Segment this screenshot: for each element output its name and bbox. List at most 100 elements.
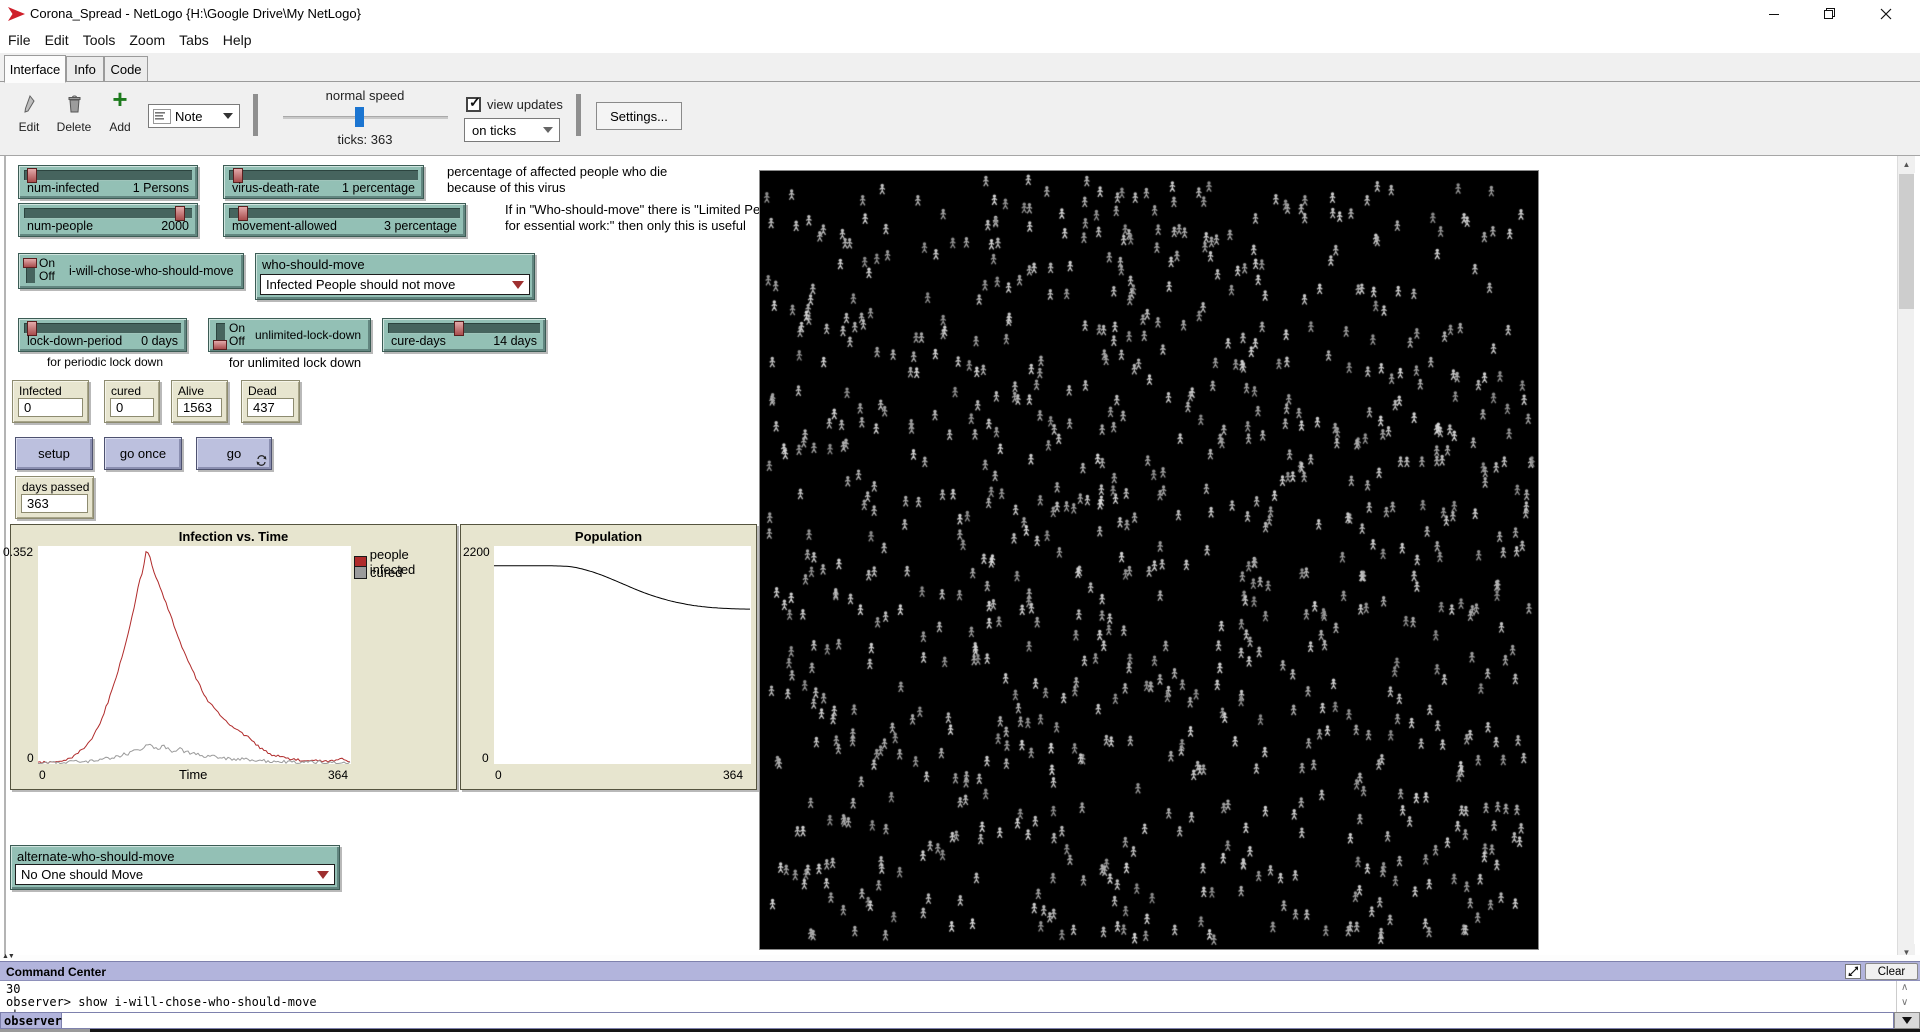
slider-movement-allowed[interactable]: movement-allowed 3 percentage bbox=[223, 203, 466, 237]
chevron-down-icon bbox=[1902, 1017, 1912, 1024]
world-view-canvas bbox=[760, 171, 1538, 949]
x-axis-title: Time bbox=[179, 767, 207, 782]
slider-track bbox=[24, 208, 192, 219]
scroll-up-button[interactable]: ▲ bbox=[1898, 156, 1915, 173]
caption-periodic-lockdown: for periodic lock down bbox=[30, 355, 180, 369]
chevron-down-icon bbox=[223, 113, 233, 119]
monitor-label: Dead bbox=[248, 384, 277, 398]
pencil-icon bbox=[22, 94, 36, 114]
check-icon: ✓ bbox=[469, 94, 481, 111]
y-max-label: 0.352 bbox=[3, 545, 33, 559]
legend-cured: cured bbox=[354, 565, 403, 580]
chooser-label: alternate-who-should-move bbox=[17, 849, 175, 864]
switch-handle[interactable] bbox=[23, 258, 37, 268]
switch-i-will-chose-who-should-move[interactable]: On Off i-will-chose-who-should-move bbox=[18, 253, 244, 289]
toolbar-separator bbox=[253, 94, 258, 136]
speed-slider-track[interactable] bbox=[283, 116, 448, 119]
chooser-select[interactable]: Infected People should not move bbox=[260, 274, 530, 295]
plot-title: Population bbox=[461, 529, 756, 544]
monitor-label: Infected bbox=[19, 384, 62, 398]
minimize-icon bbox=[1768, 8, 1780, 20]
menu-tabs[interactable]: Tabs bbox=[179, 29, 217, 51]
slider-num-infected[interactable]: num-infected 1 Persons bbox=[18, 165, 198, 199]
tab-interface[interactable]: Interface bbox=[4, 55, 66, 83]
menu-tools[interactable]: Tools bbox=[83, 29, 124, 51]
slider-track bbox=[388, 323, 540, 334]
toolbar-separator bbox=[576, 94, 581, 136]
scroll-up-icon[interactable]: ∧ bbox=[1901, 982, 1908, 993]
view-updates-checkbox[interactable]: ✓ bbox=[466, 97, 481, 112]
monitor-infected: Infected 0 bbox=[12, 380, 89, 423]
tab-strip: Interface Info Code bbox=[0, 53, 1920, 82]
slider-value: 1 Persons bbox=[133, 181, 189, 195]
settings-button[interactable]: Settings... bbox=[596, 102, 682, 130]
history-dropdown-button[interactable] bbox=[1894, 1012, 1920, 1029]
slider-lock-down-period[interactable]: lock-down-period 0 days bbox=[18, 318, 187, 352]
close-button[interactable] bbox=[1863, 0, 1909, 27]
delete-widget-button[interactable]: Delete bbox=[52, 92, 96, 136]
tab-code[interactable]: Code bbox=[104, 56, 148, 82]
caption-unlimited-lockdown: for unlimited lock down bbox=[215, 355, 375, 370]
switch-off-label: Off bbox=[229, 334, 245, 348]
add-label: Add bbox=[102, 120, 138, 134]
command-output[interactable]: 30 observer> show i-will-chose-who-shoul… bbox=[0, 981, 1896, 1012]
slider-value: 2000 bbox=[161, 219, 189, 233]
netlogo-window: Corona_Spread - NetLogo {H:\Google Drive… bbox=[0, 0, 1920, 1032]
chooser-label: who-should-move bbox=[262, 257, 365, 272]
update-mode-dropdown[interactable]: on ticks bbox=[464, 118, 560, 142]
scroll-down-icon[interactable]: ∨ bbox=[1901, 997, 1908, 1008]
go-button[interactable]: go bbox=[196, 437, 272, 470]
command-input[interactable] bbox=[62, 1012, 1894, 1029]
menu-file[interactable]: File bbox=[8, 29, 39, 51]
minimize-button[interactable] bbox=[1751, 0, 1797, 27]
switch-on-label: On bbox=[39, 256, 55, 270]
setup-button[interactable]: setup bbox=[15, 437, 93, 470]
chooser-select[interactable]: No One should Move bbox=[15, 864, 335, 885]
slider-label: movement-allowed bbox=[232, 219, 337, 233]
monitor-value: 437 bbox=[247, 398, 294, 417]
clear-button[interactable]: Clear bbox=[1865, 963, 1918, 980]
edit-widget-button[interactable]: Edit bbox=[10, 92, 48, 136]
tab-info[interactable]: Info bbox=[66, 56, 104, 82]
go-once-button[interactable]: go once bbox=[104, 437, 182, 470]
slider-num-people[interactable]: num-people 2000 bbox=[18, 203, 198, 237]
monitor-value: 0 bbox=[110, 398, 154, 417]
slider-value: 0 days bbox=[141, 334, 178, 348]
note-death-rate: percentage of affected people who diebec… bbox=[447, 164, 667, 196]
x-max-label: 364 bbox=[328, 768, 348, 782]
monitor-value: 363 bbox=[21, 494, 88, 513]
delete-label: Delete bbox=[52, 120, 96, 134]
monitor-value: 0 bbox=[18, 398, 83, 417]
legend-swatch bbox=[354, 566, 367, 579]
command-input-row: observer> bbox=[0, 1012, 1920, 1029]
menu-bar: File Edit Tools Zoom Tabs Help bbox=[0, 27, 1920, 53]
output-scrollbar[interactable]: ∧ ∨ bbox=[1896, 981, 1916, 1012]
y-max-label: 2200 bbox=[463, 545, 490, 559]
chooser-value: No One should Move bbox=[21, 867, 143, 882]
plot-title: Infection vs. Time bbox=[11, 529, 456, 544]
slider-handle[interactable] bbox=[454, 321, 464, 336]
expand-command-center-button[interactable] bbox=[1845, 964, 1861, 979]
chevron-down-icon bbox=[543, 127, 553, 133]
widget-type-dropdown[interactable]: Note bbox=[148, 104, 240, 128]
monitor-label: cured bbox=[111, 384, 141, 398]
slider-track bbox=[229, 208, 460, 219]
add-widget-button[interactable]: + Add bbox=[102, 86, 138, 136]
chevron-down-icon bbox=[317, 871, 329, 879]
menu-help[interactable]: Help bbox=[223, 29, 260, 51]
speed-slider-thumb[interactable] bbox=[355, 107, 364, 127]
chooser-who-should-move[interactable]: who-should-move Infected People should n… bbox=[255, 253, 535, 300]
menu-edit[interactable]: Edit bbox=[45, 29, 77, 51]
chooser-alternate-who-should-move[interactable]: alternate-who-should-move No One should … bbox=[10, 845, 340, 890]
speed-label: normal speed bbox=[320, 88, 410, 103]
scrollbar-thumb[interactable] bbox=[1899, 174, 1914, 309]
slider-virus-death-rate[interactable]: virus-death-rate 1 percentage bbox=[223, 165, 424, 199]
switch-handle[interactable] bbox=[213, 340, 227, 350]
switch-unlimited-lock-down[interactable]: On Off unlimited-lock-down bbox=[208, 318, 371, 352]
vertical-scrollbar[interactable]: ▲ ▼ bbox=[1897, 156, 1914, 961]
restore-icon bbox=[1823, 7, 1836, 20]
slider-cure-days[interactable]: cure-days 14 days bbox=[382, 318, 546, 352]
restore-button[interactable] bbox=[1806, 0, 1852, 27]
splitter-grip-icon[interactable]: ▲▼ bbox=[2, 953, 14, 960]
menu-zoom[interactable]: Zoom bbox=[129, 29, 173, 51]
